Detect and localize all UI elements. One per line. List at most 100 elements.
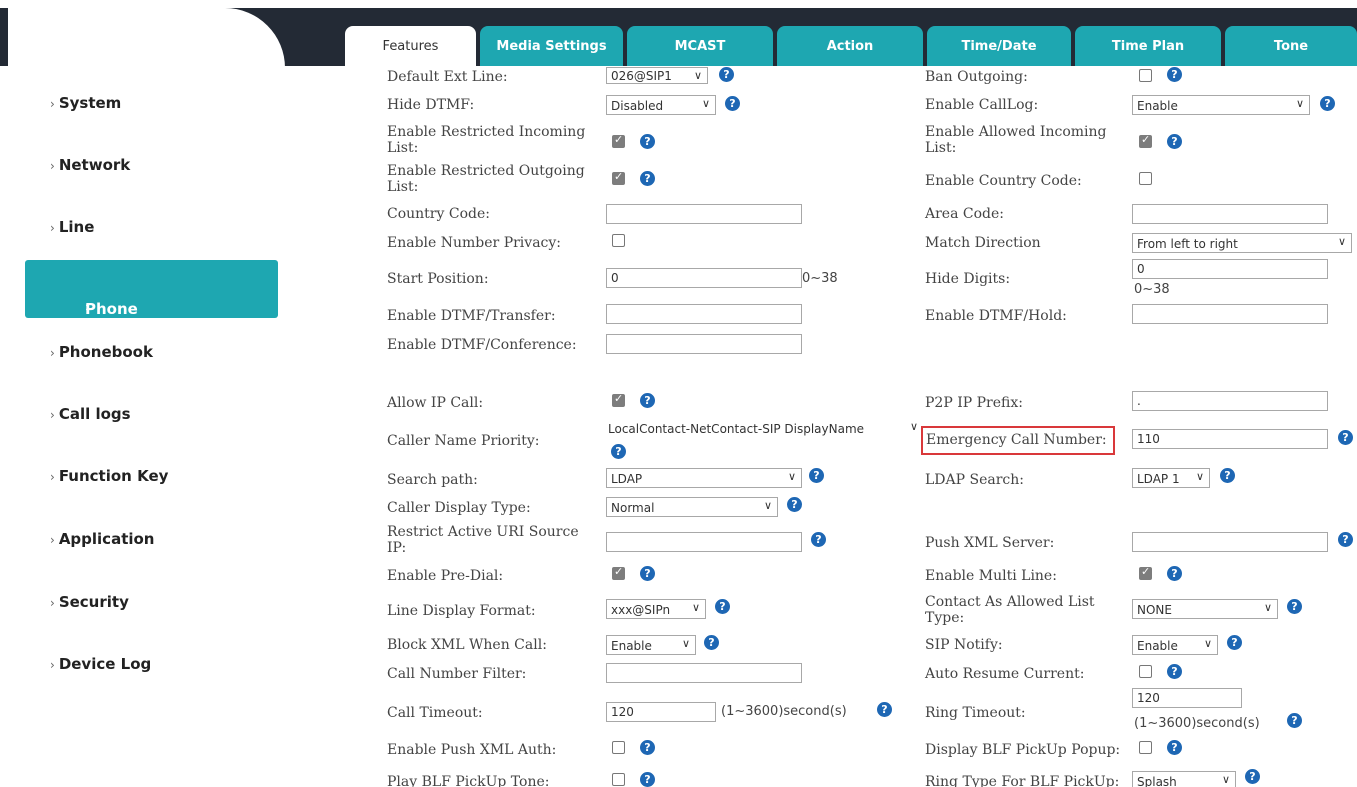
- blf-pickup-popup-checkbox[interactable]: [1139, 741, 1152, 754]
- ldap-search-select[interactable]: LDAP 1 ∨: [1132, 468, 1210, 488]
- hide-dtmf-select[interactable]: Disabled ∨: [606, 95, 716, 115]
- chevron-down-icon: ∨: [1203, 637, 1212, 650]
- search-path-select[interactable]: LDAP ∨: [606, 468, 802, 488]
- tab-time-date[interactable]: Time/Date: [927, 26, 1071, 66]
- help-icon[interactable]: ?: [1167, 566, 1182, 581]
- help-icon[interactable]: ?: [1220, 468, 1235, 483]
- caller-display-type-select[interactable]: Normal ∨: [606, 497, 778, 517]
- help-icon[interactable]: ?: [640, 740, 655, 755]
- default-ext-line-select[interactable]: 026@SIP1 ∨: [606, 67, 708, 84]
- tab-mcast[interactable]: MCAST: [627, 26, 773, 66]
- enable-calllog-select[interactable]: Enable ∨: [1132, 95, 1310, 115]
- call-timeout-input[interactable]: 120: [606, 702, 716, 722]
- number-privacy-checkbox[interactable]: [612, 234, 625, 247]
- tab-action[interactable]: Action: [777, 26, 923, 66]
- pre-dial-checkbox[interactable]: [612, 565, 625, 580]
- match-direction-select[interactable]: From left to right ∨: [1132, 233, 1352, 253]
- country-code-label: Country Code:: [387, 206, 490, 222]
- help-icon[interactable]: ?: [725, 96, 740, 111]
- sidebar-item-call-logs[interactable]: › Call logs: [50, 405, 131, 423]
- help-icon[interactable]: ?: [1338, 430, 1353, 445]
- sidebar-item-phone-settings[interactable]: › Phone settings: [25, 260, 278, 336]
- chevron-right-icon: ›: [50, 221, 55, 235]
- sidebar-item-label: Security: [58, 593, 129, 611]
- help-icon[interactable]: ?: [704, 635, 719, 650]
- tab-features[interactable]: Features: [345, 26, 476, 66]
- sidebar-item-phonebook[interactable]: › Phonebook: [50, 343, 153, 361]
- help-icon[interactable]: ?: [719, 67, 734, 82]
- area-code-input[interactable]: [1132, 204, 1328, 224]
- help-icon[interactable]: ?: [811, 532, 826, 547]
- chevron-down-icon: ∨: [1221, 773, 1230, 786]
- tab-media-settings[interactable]: Media Settings: [480, 26, 623, 66]
- allow-ip-call-checkbox[interactable]: [612, 392, 625, 407]
- help-icon[interactable]: ?: [809, 468, 824, 483]
- call-number-filter-label: Call Number Filter:: [387, 666, 527, 682]
- ring-timeout-input[interactable]: 120: [1132, 688, 1242, 708]
- help-icon[interactable]: ?: [640, 171, 655, 186]
- ban-outgoing-checkbox[interactable]: [1139, 69, 1152, 82]
- select-value: LDAP: [611, 472, 643, 486]
- sidebar-item-function-key[interactable]: › Function Key: [50, 467, 168, 485]
- p2p-ip-prefix-input[interactable]: .: [1132, 391, 1328, 411]
- help-icon[interactable]: ?: [640, 393, 655, 408]
- hide-digits-input[interactable]: 0: [1132, 259, 1328, 279]
- help-icon[interactable]: ?: [787, 497, 802, 512]
- select-value: NONE: [1137, 603, 1172, 617]
- block-xml-select[interactable]: Enable ∨: [606, 635, 696, 655]
- help-icon[interactable]: ?: [640, 772, 655, 787]
- help-icon[interactable]: ?: [640, 566, 655, 581]
- help-icon[interactable]: ?: [1287, 713, 1302, 728]
- sip-notify-select[interactable]: Enable ∨: [1132, 635, 1218, 655]
- dtmf-conference-input[interactable]: [606, 334, 802, 354]
- sidebar-item-system[interactable]: › System: [50, 94, 121, 112]
- help-icon[interactable]: ?: [715, 599, 730, 614]
- start-position-input[interactable]: 0: [606, 268, 802, 288]
- caller-name-priority-select[interactable]: LocalContact-NetContact-SIP DisplayName ∨: [606, 419, 920, 439]
- help-icon[interactable]: ?: [1338, 532, 1353, 547]
- select-value: LocalContact-NetContact-SIP DisplayName: [608, 422, 865, 436]
- tab-time-plan[interactable]: Time Plan: [1075, 26, 1221, 66]
- auto-resume-checkbox[interactable]: [1139, 665, 1152, 678]
- ring-timeout-unit: (1~3600)second(s): [1134, 716, 1260, 731]
- line-display-format-select[interactable]: xxx@SIPn ∨: [606, 599, 706, 619]
- allowed-incoming-checkbox[interactable]: [1139, 133, 1152, 148]
- help-icon[interactable]: ?: [1167, 67, 1182, 82]
- call-number-filter-input[interactable]: [606, 663, 802, 683]
- restrict-uri-input[interactable]: [606, 532, 802, 552]
- country-code-input[interactable]: [606, 204, 802, 224]
- match-direction-label: Match Direction: [925, 235, 1041, 251]
- contact-allowed-list-select[interactable]: NONE ∨: [1132, 599, 1278, 619]
- chevron-right-icon: ›: [50, 533, 55, 547]
- dtmf-hold-input[interactable]: [1132, 304, 1328, 324]
- help-icon[interactable]: ?: [1287, 599, 1302, 614]
- contact-allowed-list-label: Contact As Allowed List Type:: [925, 594, 1095, 626]
- help-icon[interactable]: ?: [1320, 96, 1335, 111]
- sidebar-item-network[interactable]: › Network: [50, 156, 130, 174]
- emergency-call-number-input[interactable]: 110: [1132, 429, 1328, 449]
- sidebar-item-line[interactable]: › Line: [50, 218, 94, 236]
- help-icon[interactable]: ?: [640, 134, 655, 149]
- help-icon[interactable]: ?: [611, 444, 626, 459]
- multi-line-checkbox[interactable]: [1139, 565, 1152, 580]
- help-icon[interactable]: ?: [1245, 769, 1260, 784]
- tab-tone[interactable]: Tone: [1225, 26, 1357, 66]
- help-icon[interactable]: ?: [1167, 740, 1182, 755]
- help-icon[interactable]: ?: [877, 702, 892, 717]
- restricted-outgoing-checkbox[interactable]: [612, 170, 625, 185]
- sidebar-item-application[interactable]: › Application: [50, 530, 155, 548]
- help-icon[interactable]: ?: [1167, 664, 1182, 679]
- sidebar-item-security[interactable]: › Security: [50, 593, 129, 611]
- push-xml-server-input[interactable]: [1132, 532, 1328, 552]
- ring-type-blf-select[interactable]: Splash ∨: [1132, 771, 1236, 787]
- blf-pickup-tone-checkbox[interactable]: [612, 773, 625, 786]
- enable-country-code-checkbox[interactable]: [1139, 172, 1152, 185]
- dtmf-transfer-input[interactable]: [606, 304, 802, 324]
- restricted-incoming-checkbox[interactable]: [612, 133, 625, 148]
- sidebar-item-device-log[interactable]: › Device Log: [50, 655, 151, 673]
- help-icon[interactable]: ?: [1227, 635, 1242, 650]
- push-xml-auth-checkbox[interactable]: [612, 741, 625, 754]
- chevron-down-icon: ∨: [693, 69, 702, 82]
- sidebar-item-label: Device Log: [58, 655, 152, 673]
- help-icon[interactable]: ?: [1167, 134, 1182, 149]
